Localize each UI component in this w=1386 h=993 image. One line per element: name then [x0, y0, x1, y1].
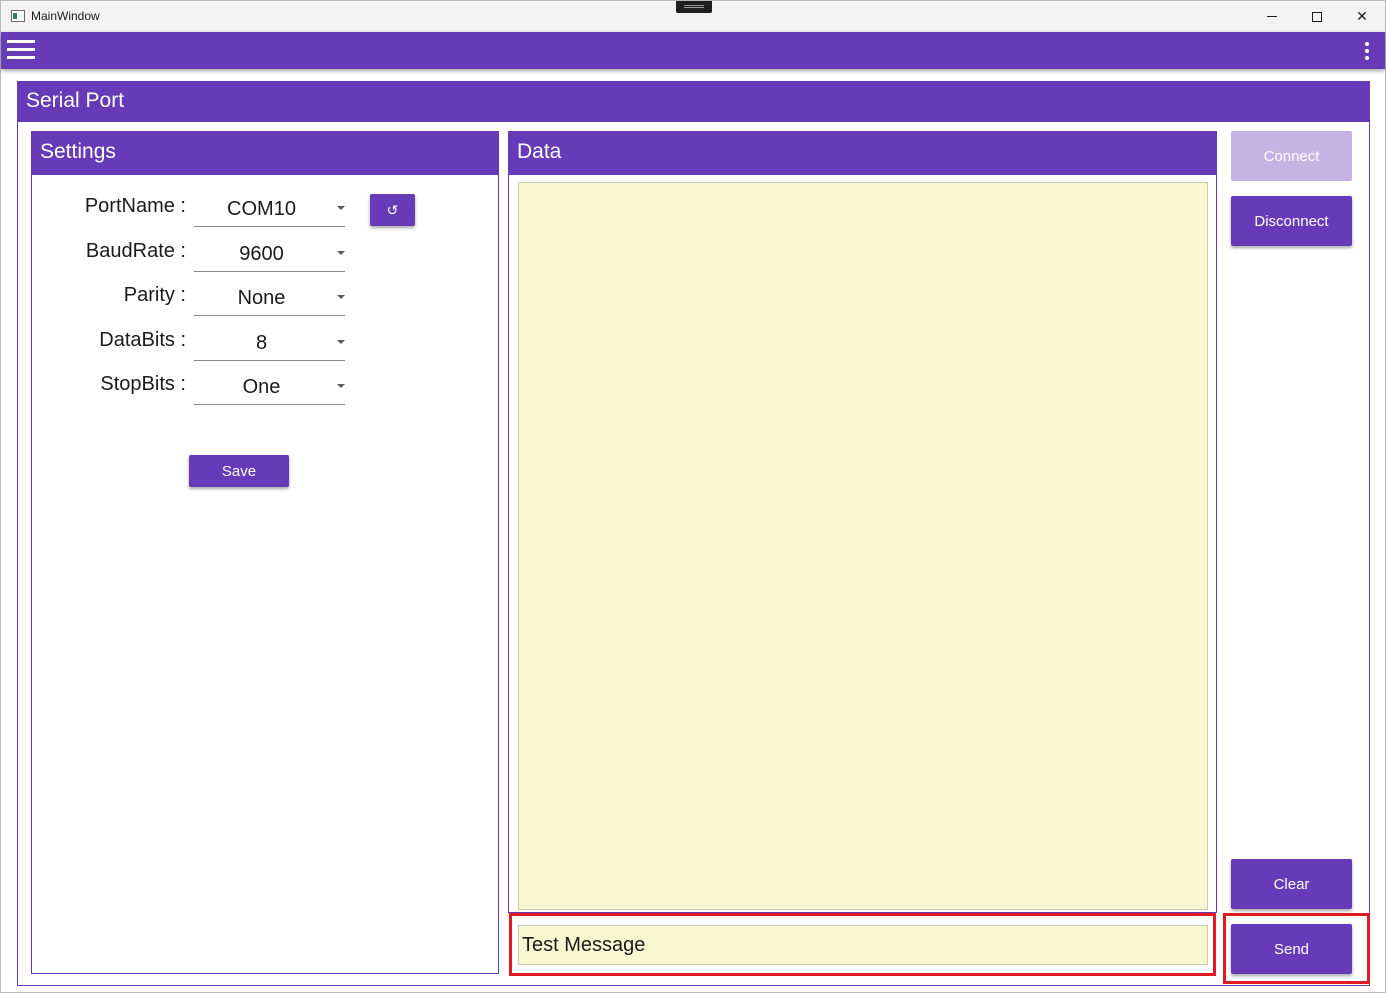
portname-label: PortName :: [84, 195, 186, 217]
message-input[interactable]: [518, 925, 1208, 965]
databits-combobox[interactable]: 8: [194, 325, 345, 361]
window-title: MainWindow: [31, 9, 100, 23]
close-button[interactable]: ✕: [1339, 1, 1385, 32]
minimize-button[interactable]: [1249, 1, 1295, 32]
portname-value: COM10: [227, 198, 296, 220]
chevron-down-icon: [337, 251, 345, 255]
disconnect-button[interactable]: Disconnect: [1231, 196, 1352, 246]
app-bar: [1, 32, 1385, 69]
main-window: MainWindow ✕ Serial Port Settings PortNa…: [0, 0, 1386, 993]
received-data-textarea[interactable]: [518, 182, 1208, 910]
maximize-icon: [1312, 11, 1322, 22]
portname-combobox[interactable]: COM10: [194, 191, 345, 227]
chevron-down-icon: [337, 340, 345, 344]
refresh-icon: ↺: [386, 201, 399, 218]
snap-grip-handle[interactable]: [676, 1, 712, 13]
maximize-button[interactable]: [1294, 1, 1340, 32]
send-button[interactable]: Send: [1231, 924, 1352, 974]
stopbits-combobox[interactable]: One: [194, 369, 345, 405]
baudrate-label: BaudRate :: [85, 240, 186, 262]
serial-port-header: Serial Port: [18, 82, 1369, 122]
data-header: Data: [509, 132, 1216, 175]
databits-value: 8: [255, 332, 268, 354]
stopbits-value: One: [242, 376, 281, 398]
parity-combobox[interactable]: None: [194, 280, 345, 316]
connect-button[interactable]: Connect: [1231, 131, 1352, 181]
settings-header: Settings: [32, 132, 498, 175]
title-bar[interactable]: MainWindow ✕: [1, 1, 1385, 32]
chevron-down-icon: [337, 384, 345, 388]
databits-label: DataBits :: [99, 329, 186, 351]
parity-label: Parity :: [123, 284, 186, 306]
refresh-ports-button[interactable]: ↺: [370, 194, 415, 226]
chevron-down-icon: [337, 206, 345, 210]
baudrate-combobox[interactable]: 9600: [194, 236, 345, 272]
app-window-icon: [11, 10, 25, 22]
hamburger-menu-icon[interactable]: [7, 40, 35, 60]
stopbits-label: StopBits :: [100, 373, 186, 395]
save-button[interactable]: Save: [189, 455, 289, 487]
baudrate-value: 9600: [239, 243, 284, 265]
parity-value: None: [237, 287, 286, 309]
chevron-down-icon: [337, 295, 345, 299]
clear-button[interactable]: Clear: [1231, 859, 1352, 909]
more-vertical-icon[interactable]: [1363, 42, 1371, 60]
minimize-icon: [1267, 16, 1277, 17]
close-icon: ✕: [1356, 8, 1368, 25]
